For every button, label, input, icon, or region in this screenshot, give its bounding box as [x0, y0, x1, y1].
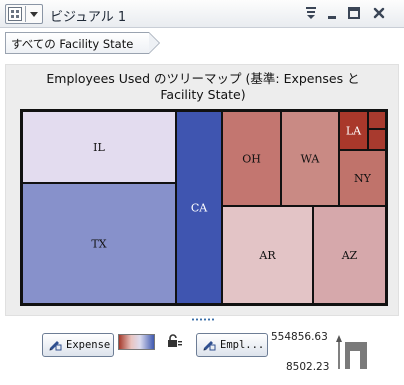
grid-icon: [8, 7, 22, 21]
treemap-label-ny: NY: [354, 172, 372, 185]
chart-title-line-2: Facility State): [160, 87, 246, 102]
close-icon[interactable]: [371, 5, 387, 21]
maximize-icon[interactable]: [346, 5, 362, 21]
treemap-label-tx: TX: [91, 238, 106, 251]
breadcrumb[interactable]: すべての Facility State: [5, 32, 161, 54]
lock-link-icon[interactable]: [165, 333, 183, 351]
minimize-icon[interactable]: [324, 5, 340, 21]
treemap-tile[interactable]: [369, 130, 385, 149]
treemap-label-la: LA: [346, 125, 362, 138]
treemap-label-oh: OH: [242, 153, 261, 166]
chart-title-line-1: Employees Used のツリーマップ (基準: Expenses と: [46, 71, 360, 86]
chart-panel: Employees Used のツリーマップ (基準: Expenses と F…: [5, 64, 399, 316]
treemap-label-az: AZ: [341, 249, 358, 262]
treemap-label-il: IL: [93, 141, 105, 154]
color-role-label: Empl...: [220, 339, 265, 351]
drag-handle[interactable]: [191, 318, 215, 321]
color-gradient-legend[interactable]: [118, 334, 155, 350]
filter-menu-icon[interactable]: [303, 5, 319, 21]
treemap-label-ca: CA: [191, 202, 208, 215]
color-role-button[interactable]: Empl...: [196, 333, 268, 357]
size-role-label: Expense: [66, 339, 111, 351]
visual-title: ビジュアル 1: [50, 10, 127, 25]
visual-menu-button[interactable]: [5, 4, 43, 24]
treemap-label-ar: AR: [258, 249, 276, 262]
title-bar: ビジュアル 1: [0, 0, 404, 28]
size-legend-icon: [336, 335, 367, 369]
chevron-down-icon: [30, 12, 38, 17]
size-role-button[interactable]: Expense: [42, 333, 114, 357]
treemap: IL TX CA OH WA LA NY AR AZ: [20, 109, 388, 306]
treemap-tile[interactable]: [369, 112, 385, 128]
color-range-max: 554856.63: [271, 331, 328, 343]
treemap-label-wa: WA: [301, 153, 321, 166]
pencil-ruler-icon: [203, 341, 216, 351]
pencil-ruler-icon: [49, 341, 62, 351]
chart-title: Employees Used のツリーマップ (基準: Expenses と F…: [6, 71, 400, 103]
color-range-min: 8502.23: [286, 361, 330, 373]
